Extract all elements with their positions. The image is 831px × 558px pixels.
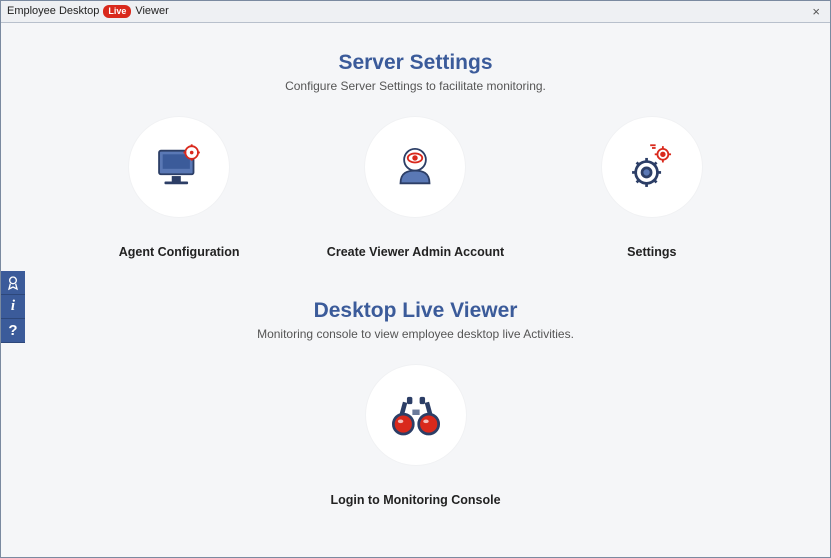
login-console-label: Login to Monitoring Console (330, 493, 500, 507)
admin-eye-icon (386, 138, 444, 196)
title-suffix: Viewer (135, 5, 168, 17)
viewer-subtitle: Monitoring console to view employee desk… (61, 327, 770, 341)
titlebar: Employee Desktop Live Viewer × (1, 1, 830, 23)
agent-configuration-tile[interactable]: Agent Configuration (89, 117, 269, 259)
server-settings-tiles: Agent Configuration Create Viewer Admin … (61, 117, 770, 259)
close-button[interactable]: × (808, 4, 824, 19)
content-area: Server Settings Configure Server Setting… (1, 23, 830, 557)
server-settings-title: Server Settings (61, 51, 770, 75)
login-console-tile[interactable]: Login to Monitoring Console (326, 365, 506, 507)
agent-configuration-icon-bg (129, 117, 229, 217)
settings-label: Settings (627, 245, 676, 259)
create-admin-label: Create Viewer Admin Account (327, 245, 504, 259)
viewer-title: Desktop Live Viewer (61, 299, 770, 323)
login-console-icon-bg (366, 365, 466, 465)
title-prefix: Employee Desktop (7, 5, 99, 17)
server-settings-subtitle: Configure Server Settings to facilitate … (61, 79, 770, 93)
gears-icon (623, 138, 681, 196)
agent-configuration-label: Agent Configuration (119, 245, 240, 259)
binoculars-icon (387, 386, 445, 444)
create-admin-icon-bg (365, 117, 465, 217)
create-admin-tile[interactable]: Create Viewer Admin Account (325, 117, 505, 259)
live-badge: Live (103, 5, 131, 18)
desktop-live-viewer-section: Desktop Live Viewer Monitoring console t… (61, 299, 770, 507)
titlebar-title: Employee Desktop Live Viewer (7, 5, 169, 18)
viewer-tiles: Login to Monitoring Console (61, 365, 770, 507)
monitor-gear-icon (150, 138, 208, 196)
settings-tile[interactable]: Settings (562, 117, 742, 259)
settings-icon-bg (602, 117, 702, 217)
